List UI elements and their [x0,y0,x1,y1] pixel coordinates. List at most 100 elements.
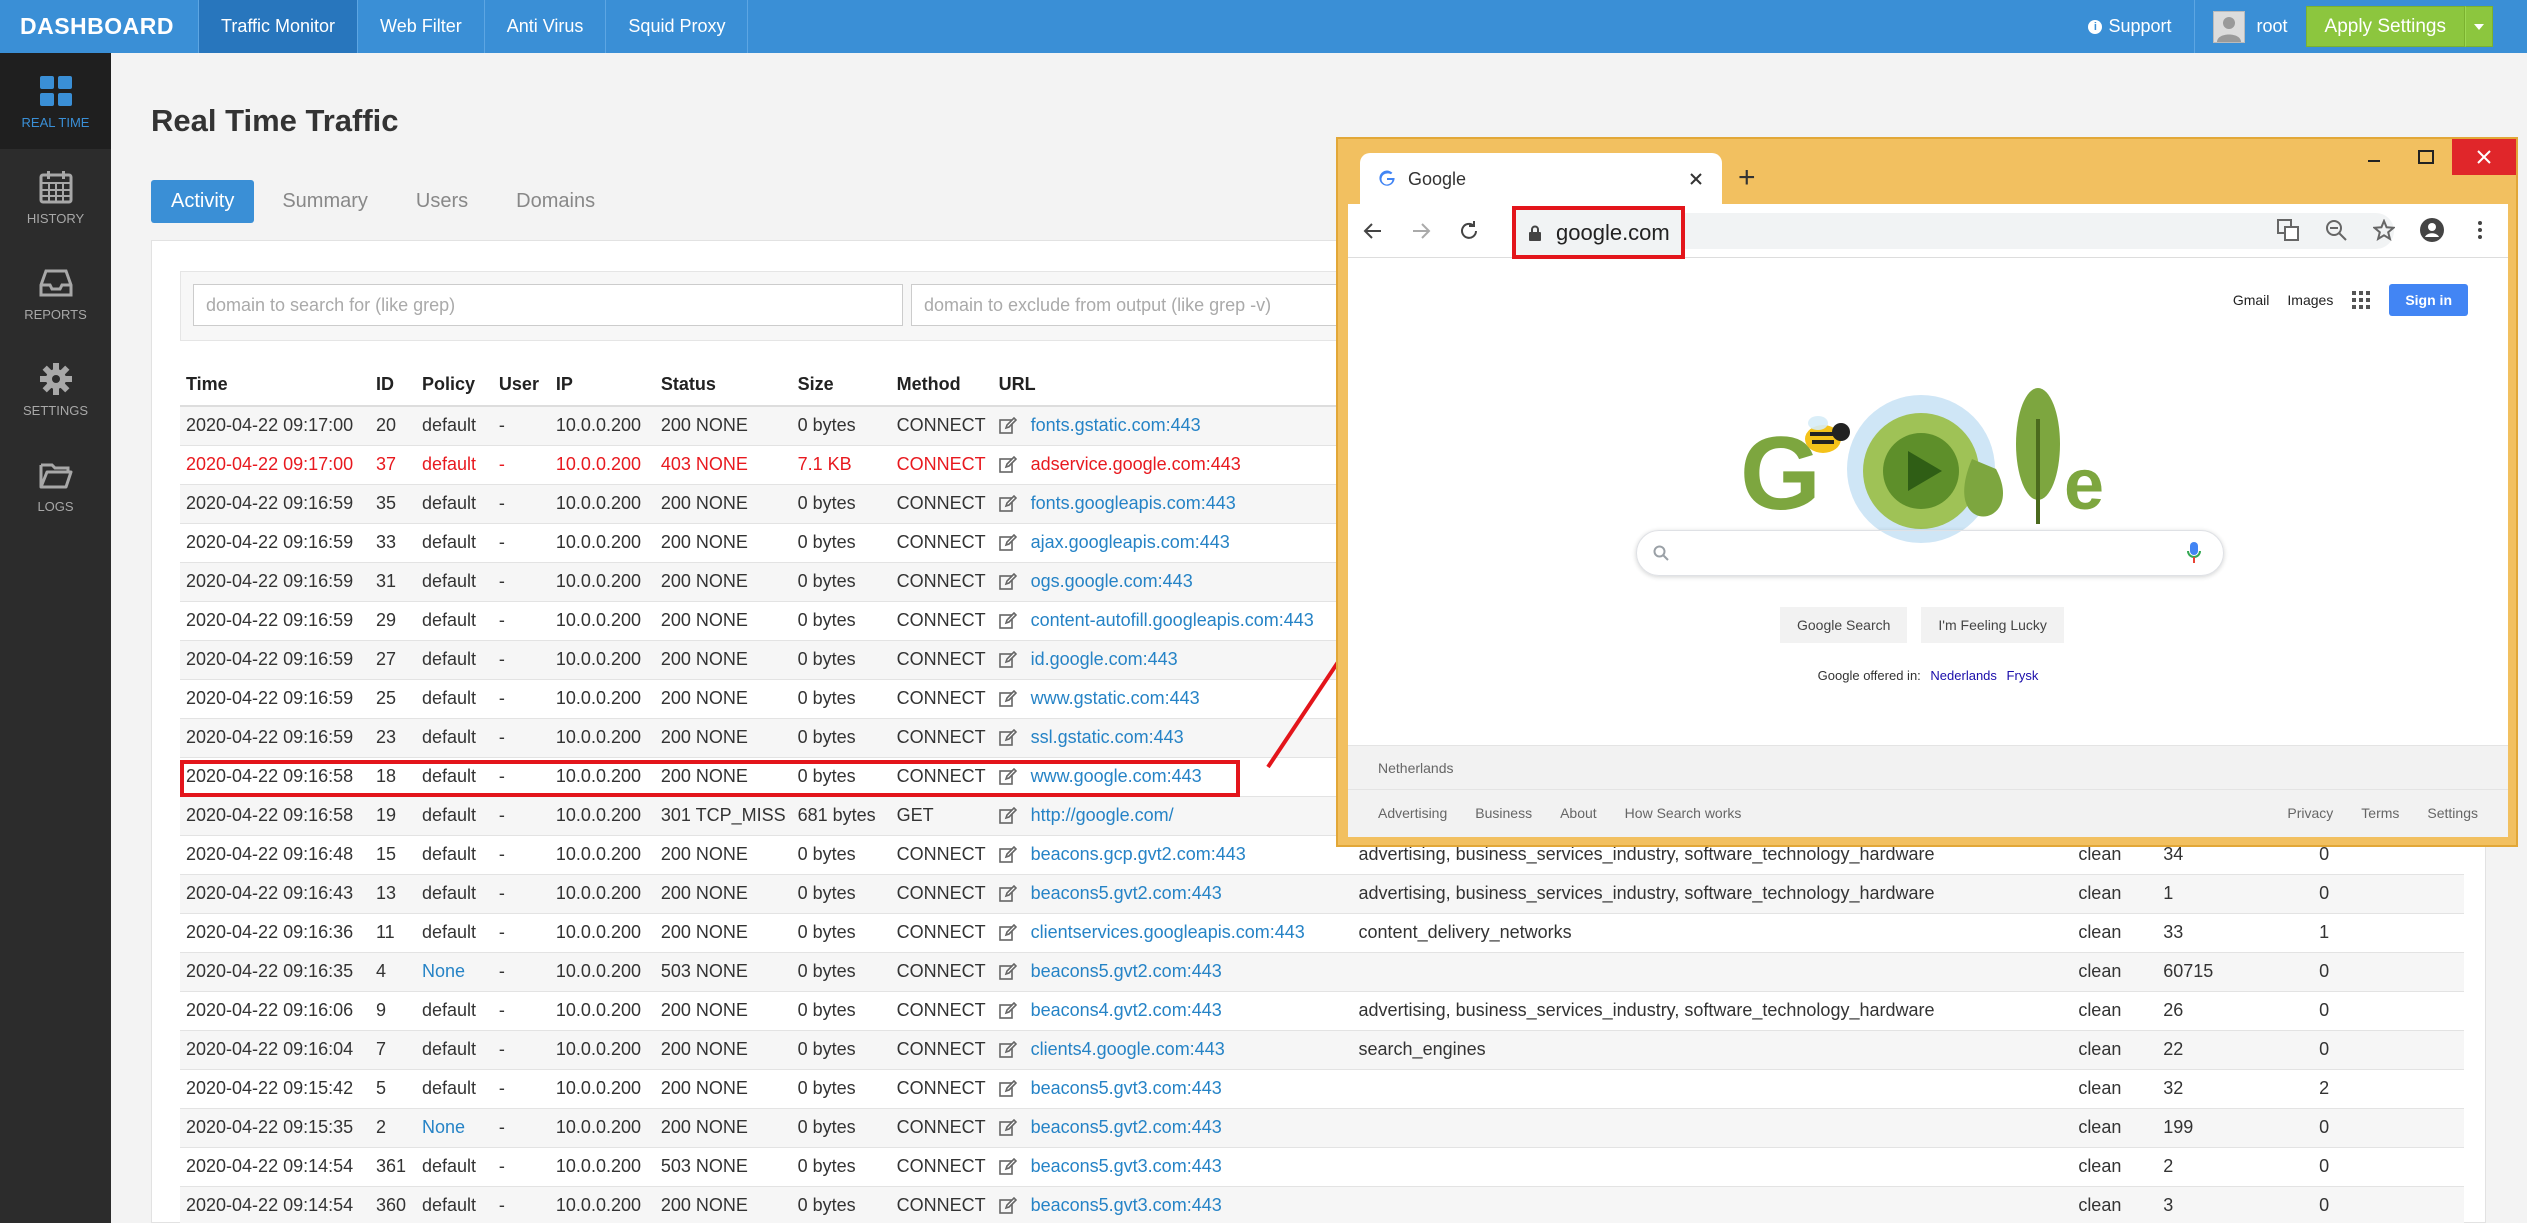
browser-tab[interactable]: Google [1360,153,1722,205]
url-link[interactable]: fonts.gstatic.com:443 [1031,415,1201,436]
window-close-button[interactable] [2452,139,2516,175]
edit-icon[interactable] [998,416,1017,435]
url-link[interactable]: beacons5.gvt2.com:443 [1031,1117,1222,1138]
footer-link-settings[interactable]: Settings [2427,805,2478,821]
url-link[interactable]: beacons4.gvt2.com:443 [1031,1000,1222,1021]
footer-link-about[interactable]: About [1560,805,1597,821]
profile-icon[interactable] [2418,216,2446,244]
sidebar-item-logs[interactable]: LOGS [0,437,111,533]
zoom-icon[interactable] [2322,216,2350,244]
column-header-url[interactable]: URL [992,363,1353,407]
edit-icon[interactable] [998,1079,1017,1098]
column-header-method[interactable]: Method [890,363,993,407]
edit-icon[interactable] [998,1157,1017,1176]
url-link[interactable]: http://google.com/ [1031,805,1174,826]
cell-policy[interactable]: None [415,1107,493,1147]
support-link[interactable]: i Support [2066,0,2195,53]
tab-domains[interactable]: Domains [496,180,615,223]
nav-anti-virus[interactable]: Anti Virus [483,0,606,53]
edit-icon[interactable] [998,650,1017,669]
edit-icon[interactable] [998,494,1017,513]
sidebar-item-real-time[interactable]: REAL TIME [0,53,111,149]
table-row[interactable]: 2020-04-22 09:16:35 4 None -10.0.0.200 503 N… [180,951,2464,991]
translate-icon[interactable] [2274,216,2302,244]
user-menu[interactable]: root [2195,10,2306,43]
url-link[interactable]: id.google.com:443 [1031,649,1178,670]
column-header-time[interactable]: Time [180,363,370,407]
gmail-link[interactable]: Gmail [2233,292,2270,308]
column-header-status[interactable]: Status [654,363,792,407]
url-link[interactable]: adservice.google.com:443 [1031,454,1241,475]
google-doodle-image[interactable]: G e [1738,379,2128,549]
footer-link-privacy[interactable]: Privacy [2287,805,2333,821]
url-link[interactable]: beacons5.gvt3.com:443 [1031,1195,1222,1216]
nav-web-filter[interactable]: Web Filter [357,0,484,53]
edit-icon[interactable] [998,1118,1017,1137]
edit-icon[interactable] [998,1196,1017,1215]
cell-policy[interactable]: None [415,951,493,991]
url-link[interactable]: beacons5.gvt2.com:443 [1031,961,1222,982]
google-search-button[interactable]: Google Search [1780,607,1908,643]
edit-icon[interactable] [998,1040,1017,1059]
minimize-button[interactable] [2348,139,2400,175]
edit-icon[interactable] [998,611,1017,630]
edit-icon[interactable] [998,1001,1017,1020]
url-link[interactable]: ogs.google.com:443 [1031,571,1193,592]
footer-link-business[interactable]: Business [1475,805,1532,821]
table-row[interactable]: 2020-04-22 09:14:54 360 default -10.0.0.200… [180,1185,2464,1223]
sign-in-button[interactable]: Sign in [2389,284,2468,316]
nav-traffic-monitor[interactable]: Traffic Monitor [198,0,358,53]
url-link[interactable]: fonts.googleapis.com:443 [1031,493,1236,514]
brand-logo[interactable]: DASHBOARD [0,0,198,53]
url-link[interactable]: beacons.gcp.gvt2.com:443 [1031,844,1246,865]
edit-icon[interactable] [998,806,1017,825]
forward-arrow-icon[interactable] [1410,220,1432,242]
column-header-user[interactable]: User [492,363,550,407]
nav-squid-proxy[interactable]: Squid Proxy [605,0,749,53]
edit-icon[interactable] [998,845,1017,864]
apps-grid-icon[interactable] [2351,290,2371,310]
sidebar-item-reports[interactable]: REPORTS [0,245,111,341]
edit-icon[interactable] [998,962,1017,981]
tab-activity[interactable]: Activity [151,180,255,223]
url-link[interactable]: ssl.gstatic.com:443 [1031,727,1184,748]
url-link[interactable]: content-autofill.googleapis.com:443 [1031,610,1314,631]
google-search-box[interactable] [1636,530,2224,576]
url-link[interactable]: beacons5.gvt3.com:443 [1031,1078,1222,1099]
table-row[interactable]: 2020-04-22 09:15:42 5 default -10.0.0.200 20… [180,1068,2464,1108]
tab-close-icon[interactable] [1688,171,1704,187]
table-row[interactable]: 2020-04-22 09:16:43 13 default -10.0.0.200 2… [180,873,2464,913]
footer-link-advertising[interactable]: Advertising [1378,805,1447,821]
reload-icon[interactable] [1458,220,1480,242]
footer-link-terms[interactable]: Terms [2361,805,2399,821]
edit-icon[interactable] [998,455,1017,474]
table-row[interactable]: 2020-04-22 09:15:35 2 None -10.0.0.200 200 N… [180,1107,2464,1147]
url-link[interactable]: beacons5.gvt3.com:443 [1031,1156,1222,1177]
back-arrow-icon[interactable] [1362,220,1384,242]
column-header-ip[interactable]: IP [549,363,655,407]
bookmark-star-icon[interactable] [2370,216,2398,244]
language-link-frysk[interactable]: Frysk [2007,668,2039,683]
apply-settings-dropdown[interactable] [2465,6,2493,47]
search-input[interactable] [193,284,903,326]
sidebar-item-history[interactable]: HISTORY [0,149,111,245]
column-header-size[interactable]: Size [791,363,891,407]
feeling-lucky-button[interactable]: I'm Feeling Lucky [1921,607,2064,643]
table-row[interactable]: 2020-04-22 09:16:36 11 default -10.0.0.200 2… [180,912,2464,952]
images-link[interactable]: Images [2287,292,2333,308]
edit-icon[interactable] [998,923,1017,942]
url-link[interactable]: beacons5.gvt2.com:443 [1031,883,1222,904]
edit-icon[interactable] [998,533,1017,552]
sidebar-item-settings[interactable]: SETTINGS [0,341,111,437]
footer-link-how-search-works[interactable]: How Search works [1625,805,1742,821]
edit-icon[interactable] [998,689,1017,708]
microphone-icon[interactable] [2187,542,2201,564]
new-tab-button[interactable]: + [1738,163,1756,193]
kebab-menu-icon[interactable] [2466,216,2494,244]
apply-settings-button[interactable]: Apply Settings [2305,6,2465,47]
language-link-nederlands[interactable]: Nederlands [1930,668,1997,683]
tab-summary[interactable]: Summary [262,180,388,223]
table-row[interactable]: 2020-04-22 09:16:06 9 default -10.0.0.200 20… [180,990,2464,1030]
edit-icon[interactable] [998,884,1017,903]
table-row[interactable]: 2020-04-22 09:16:04 7 default -10.0.0.200 20… [180,1029,2464,1069]
